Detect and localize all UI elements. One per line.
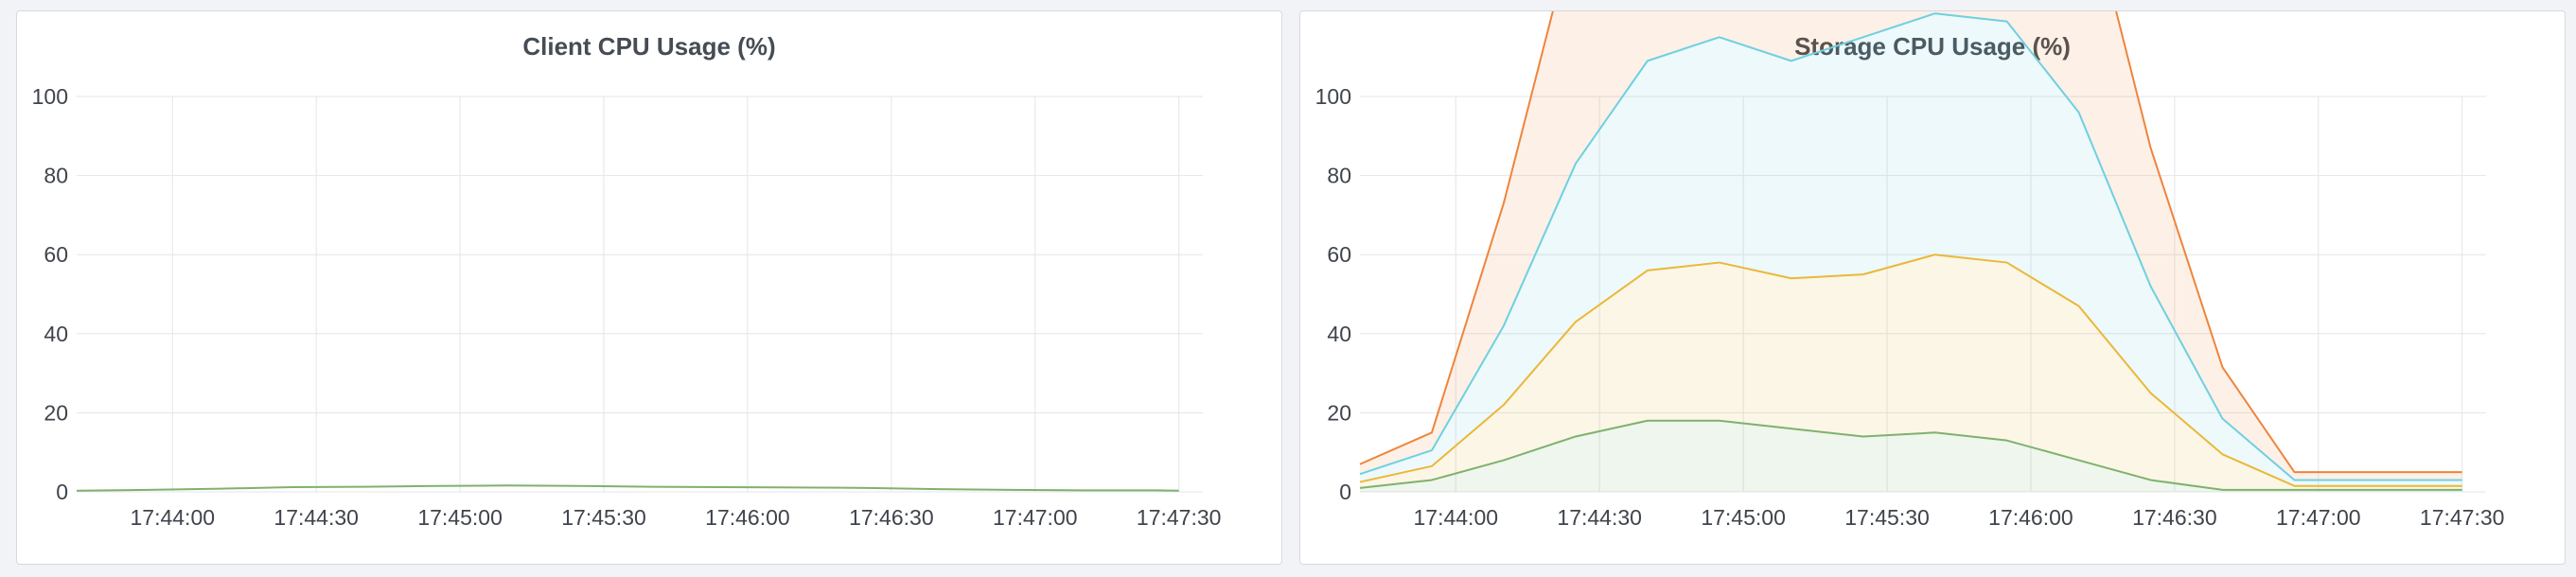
y-tick-label: 100 <box>1315 84 1351 109</box>
y-tick-label: 60 <box>1327 242 1351 267</box>
x-tick-label: 17:44:00 <box>131 505 216 530</box>
x-tick-label: 17:47:30 <box>2420 505 2505 530</box>
y-tick-label: 60 <box>44 242 68 267</box>
x-tick-label: 17:45:00 <box>1701 505 1786 530</box>
y-tick-label: 80 <box>44 164 68 188</box>
y-tick-label: 80 <box>1327 164 1351 188</box>
y-tick-label: 0 <box>56 480 68 504</box>
client-cpu-chart: 0 20 40 60 80 100 17:44:00 17:44:30 17:45:00 17:4… <box>32 84 1222 530</box>
x-tick-label: 17:45:30 <box>1844 505 1930 530</box>
x-tick-label: 17:47:30 <box>1137 505 1222 530</box>
storage-cpu-chart: 0 20 40 60 80 100 17:44:00 17:44:30 17:45:00 17:4… <box>1315 11 2505 530</box>
y-tick-label: 100 <box>32 84 68 109</box>
y-tick-label: 40 <box>44 322 68 346</box>
x-tick-label: 17:46:30 <box>849 505 934 530</box>
x-tick-label: 17:45:00 <box>417 505 503 530</box>
y-tick-label: 0 <box>1339 480 1351 504</box>
x-tick-label: 17:45:30 <box>561 505 646 530</box>
x-tick-label: 17:46:30 <box>2132 505 2217 530</box>
storage-cpu-panel: Storage CPU Usage (%) 0 20 40 60 80 100 17:44:… <box>1299 10 2566 565</box>
x-tick-label: 17:44:30 <box>273 505 359 530</box>
series-line[interactable] <box>76 484 1179 492</box>
y-tick-label: 20 <box>1327 400 1351 425</box>
client-cpu-panel: Client CPU Usage (%) 0 20 40 60 80 100 17:44:0… <box>16 10 1282 565</box>
x-tick-label: 17:47:00 <box>2276 505 2361 530</box>
x-tick-label: 17:44:30 <box>1557 505 1642 530</box>
x-tick-label: 17:46:00 <box>1988 505 2073 530</box>
x-tick-label: 17:46:00 <box>705 505 790 530</box>
y-tick-label: 20 <box>44 400 68 425</box>
y-tick-label: 40 <box>1327 322 1351 346</box>
x-tick-label: 17:44:00 <box>1414 505 1499 530</box>
x-tick-label: 17:47:00 <box>993 505 1078 530</box>
